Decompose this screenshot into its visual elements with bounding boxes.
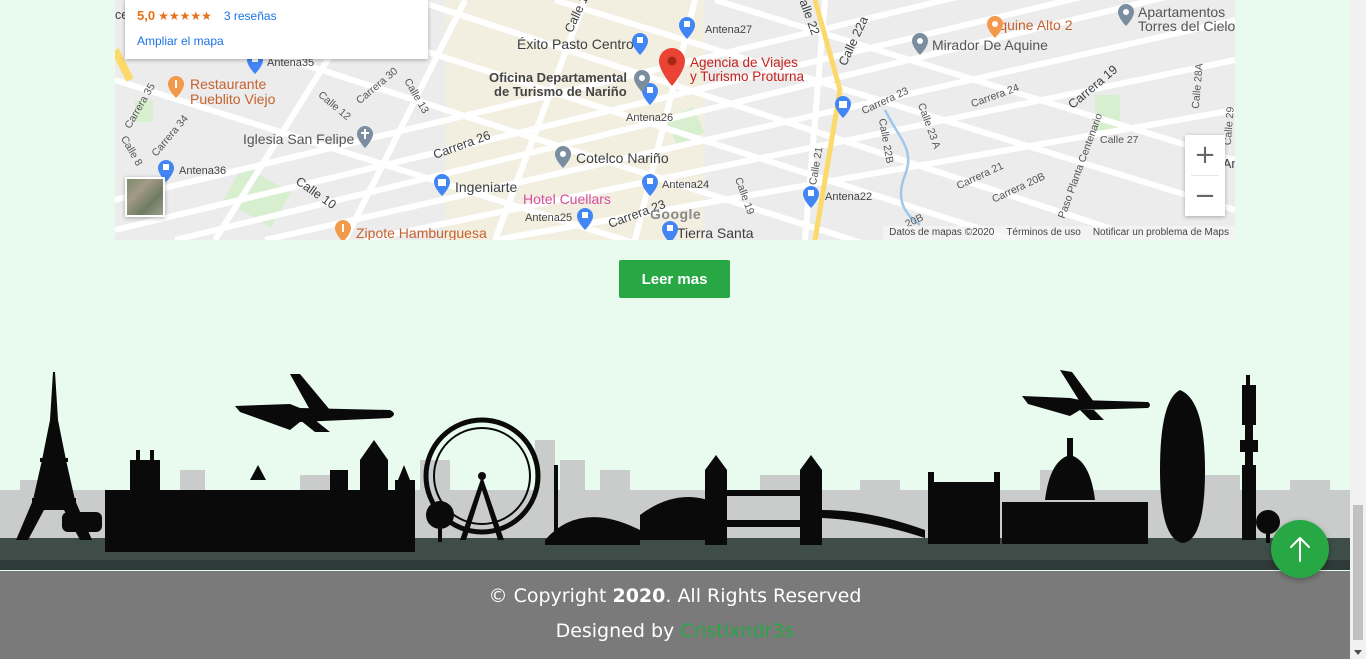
read-more-button[interactable]: Leer mas xyxy=(619,260,730,298)
terms-link[interactable]: Términos de uso xyxy=(1006,227,1080,239)
map-label: Antena25 xyxy=(525,212,573,224)
map-label: Restaurante xyxy=(190,76,267,92)
author-link[interactable]: Cristixndr3s xyxy=(680,620,794,642)
map-label: Antena36 xyxy=(179,165,227,177)
map-label: Antena27 xyxy=(705,24,753,36)
copyright-year: 2020 xyxy=(612,585,666,607)
map-label: Cotelco Nariño xyxy=(576,150,669,166)
reviews-link[interactable]: 3 reseñas xyxy=(224,9,277,23)
place-pin-icon[interactable] xyxy=(910,33,930,55)
map-label: de Turismo de Nariño xyxy=(494,84,627,99)
map-data-text: Datos de mapas ©2020 xyxy=(889,227,995,238)
copyright-suffix: . All Rights Reserved xyxy=(665,585,862,607)
main-location-pin-icon[interactable] xyxy=(659,48,685,86)
hotel-pin-icon[interactable] xyxy=(985,16,1005,38)
google-logo: Google xyxy=(650,206,702,222)
map-pin-icon[interactable] xyxy=(677,17,697,39)
google-map[interactable]: Éxito Pasto Centro Antena27 Aquine Alto … xyxy=(115,0,1235,240)
rating-value: 5,0 xyxy=(137,8,156,23)
report-problem-link[interactable]: Notificar un problema de Maps xyxy=(1093,227,1229,239)
designed-by-text: Designed by Cristixndr3s xyxy=(0,620,1350,642)
map-label: Agencia de Viajes xyxy=(690,55,798,70)
scroll-down-arrow-icon[interactable] xyxy=(1354,650,1362,655)
church-pin-icon[interactable] xyxy=(355,126,375,148)
map-label: Calle 27 xyxy=(1100,134,1139,146)
map-pin-icon[interactable] xyxy=(801,186,821,208)
place-info-card: 5,0 ★★★★★ 3 reseñas Ampliar el mapa xyxy=(125,0,428,59)
copyright-text: © Copyright 2020. All Rights Reserved xyxy=(0,585,1350,607)
rating-stars-icon: ★★★★★ xyxy=(158,8,212,23)
place-pin-icon[interactable] xyxy=(553,146,573,168)
map-pin-icon[interactable] xyxy=(630,33,650,55)
map-label: Pueblito Viejo xyxy=(190,91,276,107)
map-pin-icon[interactable] xyxy=(640,174,660,196)
map-label: Oficina Departamental xyxy=(489,70,627,85)
map-label: Iglesia San Felipe xyxy=(243,131,355,147)
scrollbar[interactable] xyxy=(1350,0,1366,659)
place-pin-icon[interactable] xyxy=(632,70,652,92)
map-label: Ingeniarte xyxy=(455,179,518,195)
shopping-pin-icon[interactable] xyxy=(833,96,853,118)
zoom-controls: + − xyxy=(1185,135,1225,216)
zoom-out-button[interactable]: − xyxy=(1185,176,1225,216)
footer: © Copyright 2020. All Rights Reserved De… xyxy=(0,571,1350,659)
scrollbar-thumb[interactable] xyxy=(1353,505,1363,640)
map-label: Hotel Cuellars xyxy=(523,191,611,207)
map-attribution: Datos de mapas ©2020 Términos de uso Not… xyxy=(883,226,1235,240)
place-pin-icon[interactable] xyxy=(1116,4,1136,26)
copyright-prefix: © Copyright xyxy=(488,585,613,607)
satellite-toggle-button[interactable] xyxy=(125,177,165,217)
zoom-in-button[interactable]: + xyxy=(1185,135,1225,175)
map-label: Antena22 xyxy=(825,191,873,203)
map-pin-icon[interactable] xyxy=(660,221,680,240)
map-label: Antena26 xyxy=(626,112,674,124)
enlarge-map-link[interactable]: Ampliar el mapa xyxy=(137,34,416,48)
back-to-top-button[interactable] xyxy=(1271,520,1329,578)
map-label: Mirador De Aquine xyxy=(932,37,1048,53)
designed-by-label: Designed by xyxy=(555,620,681,642)
map-label: Zipote Hamburguesa xyxy=(356,225,487,240)
restaurant-pin-icon[interactable] xyxy=(333,220,353,240)
map-label: Tierra Santa xyxy=(677,225,754,240)
city-skyline-illustration xyxy=(0,370,1366,570)
restaurant-pin-icon[interactable] xyxy=(166,76,186,98)
map-label: Éxito Pasto Centro xyxy=(517,36,634,52)
map-label: y Turismo Proturna xyxy=(690,69,805,84)
map-label: Torres del Cielo xyxy=(1138,18,1235,34)
shopping-pin-icon[interactable] xyxy=(432,174,452,196)
arrow-up-icon xyxy=(1290,537,1310,562)
map-pin-icon[interactable] xyxy=(575,208,595,230)
map-label: Antena24 xyxy=(662,179,710,191)
